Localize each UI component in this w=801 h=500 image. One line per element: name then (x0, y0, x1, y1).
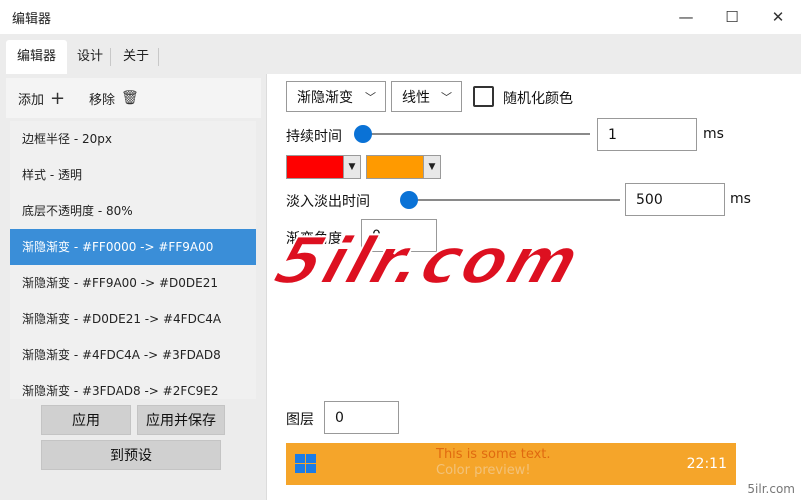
fade-time-unit: ms (730, 191, 751, 207)
tab-divider (110, 48, 111, 66)
add-effect-button[interactable]: 添加 + (18, 78, 65, 118)
windows-logo-icon (295, 454, 316, 474)
remove-effect-button[interactable]: 移除 🗑 (89, 78, 139, 118)
apply-and-save-button[interactable]: 应用并保存 (137, 405, 225, 435)
tab-about[interactable]: 关于 (112, 40, 160, 74)
preview-text-line1: This is some text. (436, 447, 551, 462)
apply-button[interactable]: 应用 (41, 405, 131, 435)
randomize-color-label: 随机化颜色 (503, 91, 573, 107)
trash-icon: 🗑 (121, 90, 139, 106)
layer-input[interactable]: 0 (324, 401, 399, 434)
curve-select[interactable]: 线性 ﹀ (391, 81, 462, 112)
editor-window: 编辑器 — ☐ ✕ 编辑器 设计 关于 添加 + 移除 🗑 边框半径 - 20p… (0, 0, 801, 500)
effect-mode-select[interactable]: 渐隐渐变 ﹀ (286, 81, 386, 112)
layer-label: 图层 (286, 412, 314, 428)
effects-toolbar: 添加 + 移除 🗑 (6, 78, 261, 118)
close-button[interactable]: ✕ (755, 0, 801, 34)
fade-slider-track[interactable] (410, 199, 620, 201)
list-item[interactable]: 边框半径 - 20px (10, 121, 256, 157)
window-title: 编辑器 (12, 12, 52, 27)
tab-editor[interactable]: 编辑器 (6, 40, 68, 74)
fade-slider-thumb[interactable] (400, 191, 418, 209)
add-label: 添加 (18, 92, 45, 108)
end-color-swatch (367, 156, 423, 178)
list-item[interactable]: 渐隐渐变 - #4FDC4A -> #3FDAD8 (10, 337, 256, 373)
list-item[interactable]: 渐隐渐变 - #D0DE21 -> #4FDC4A (10, 301, 256, 337)
tab-bar: 编辑器 设计 关于 (0, 34, 801, 74)
watermark-text: 5ilr.com (265, 224, 591, 300)
curve-value: 线性 (402, 89, 430, 106)
effect-mode-value: 渐隐渐变 (297, 89, 353, 106)
randomize-color-checkbox[interactable] (473, 86, 494, 107)
duration-input[interactable]: 1 (597, 118, 697, 151)
chevron-down-icon[interactable]: ▼ (423, 156, 440, 178)
duration-unit: ms (703, 126, 724, 142)
chevron-down-icon: ﹀ (441, 91, 452, 104)
minimize-button[interactable]: — (663, 0, 709, 34)
duration-slider-thumb[interactable] (354, 125, 372, 143)
list-item[interactable]: 渐隐渐变 - #3FDAD8 -> #2FC9E2 (10, 373, 256, 399)
preview-clock: 22:11 (686, 456, 727, 472)
chevron-down-icon: ﹀ (365, 91, 376, 104)
list-item[interactable]: 样式 - 透明 (10, 157, 256, 193)
watermark-logo: 5ilr.com (218, 218, 638, 306)
taskbar-preview: This is some text. Color preview! 22:11 (286, 443, 736, 485)
chevron-down-icon[interactable]: ▼ (343, 156, 360, 178)
remove-label: 移除 (89, 92, 116, 108)
fade-time-input[interactable]: 500 (625, 183, 725, 216)
tab-design[interactable]: 设计 (66, 40, 114, 74)
title-bar: 编辑器 — ☐ ✕ (0, 0, 801, 34)
preview-text-line2: Color preview! (436, 463, 531, 478)
fade-time-label: 淡入淡出时间 (286, 194, 370, 210)
start-color-swatch (287, 156, 343, 178)
to-preset-button[interactable]: 到预设 (41, 440, 221, 470)
plus-icon: + (50, 87, 66, 109)
watermark-corner: 5ilr.com (747, 482, 795, 496)
end-color-picker[interactable]: ▼ (366, 155, 441, 179)
duration-label: 持续时间 (286, 129, 342, 145)
maximize-button[interactable]: ☐ (709, 0, 755, 34)
tab-divider (158, 48, 159, 66)
start-color-picker[interactable]: ▼ (286, 155, 361, 179)
duration-slider-track[interactable] (362, 133, 590, 135)
